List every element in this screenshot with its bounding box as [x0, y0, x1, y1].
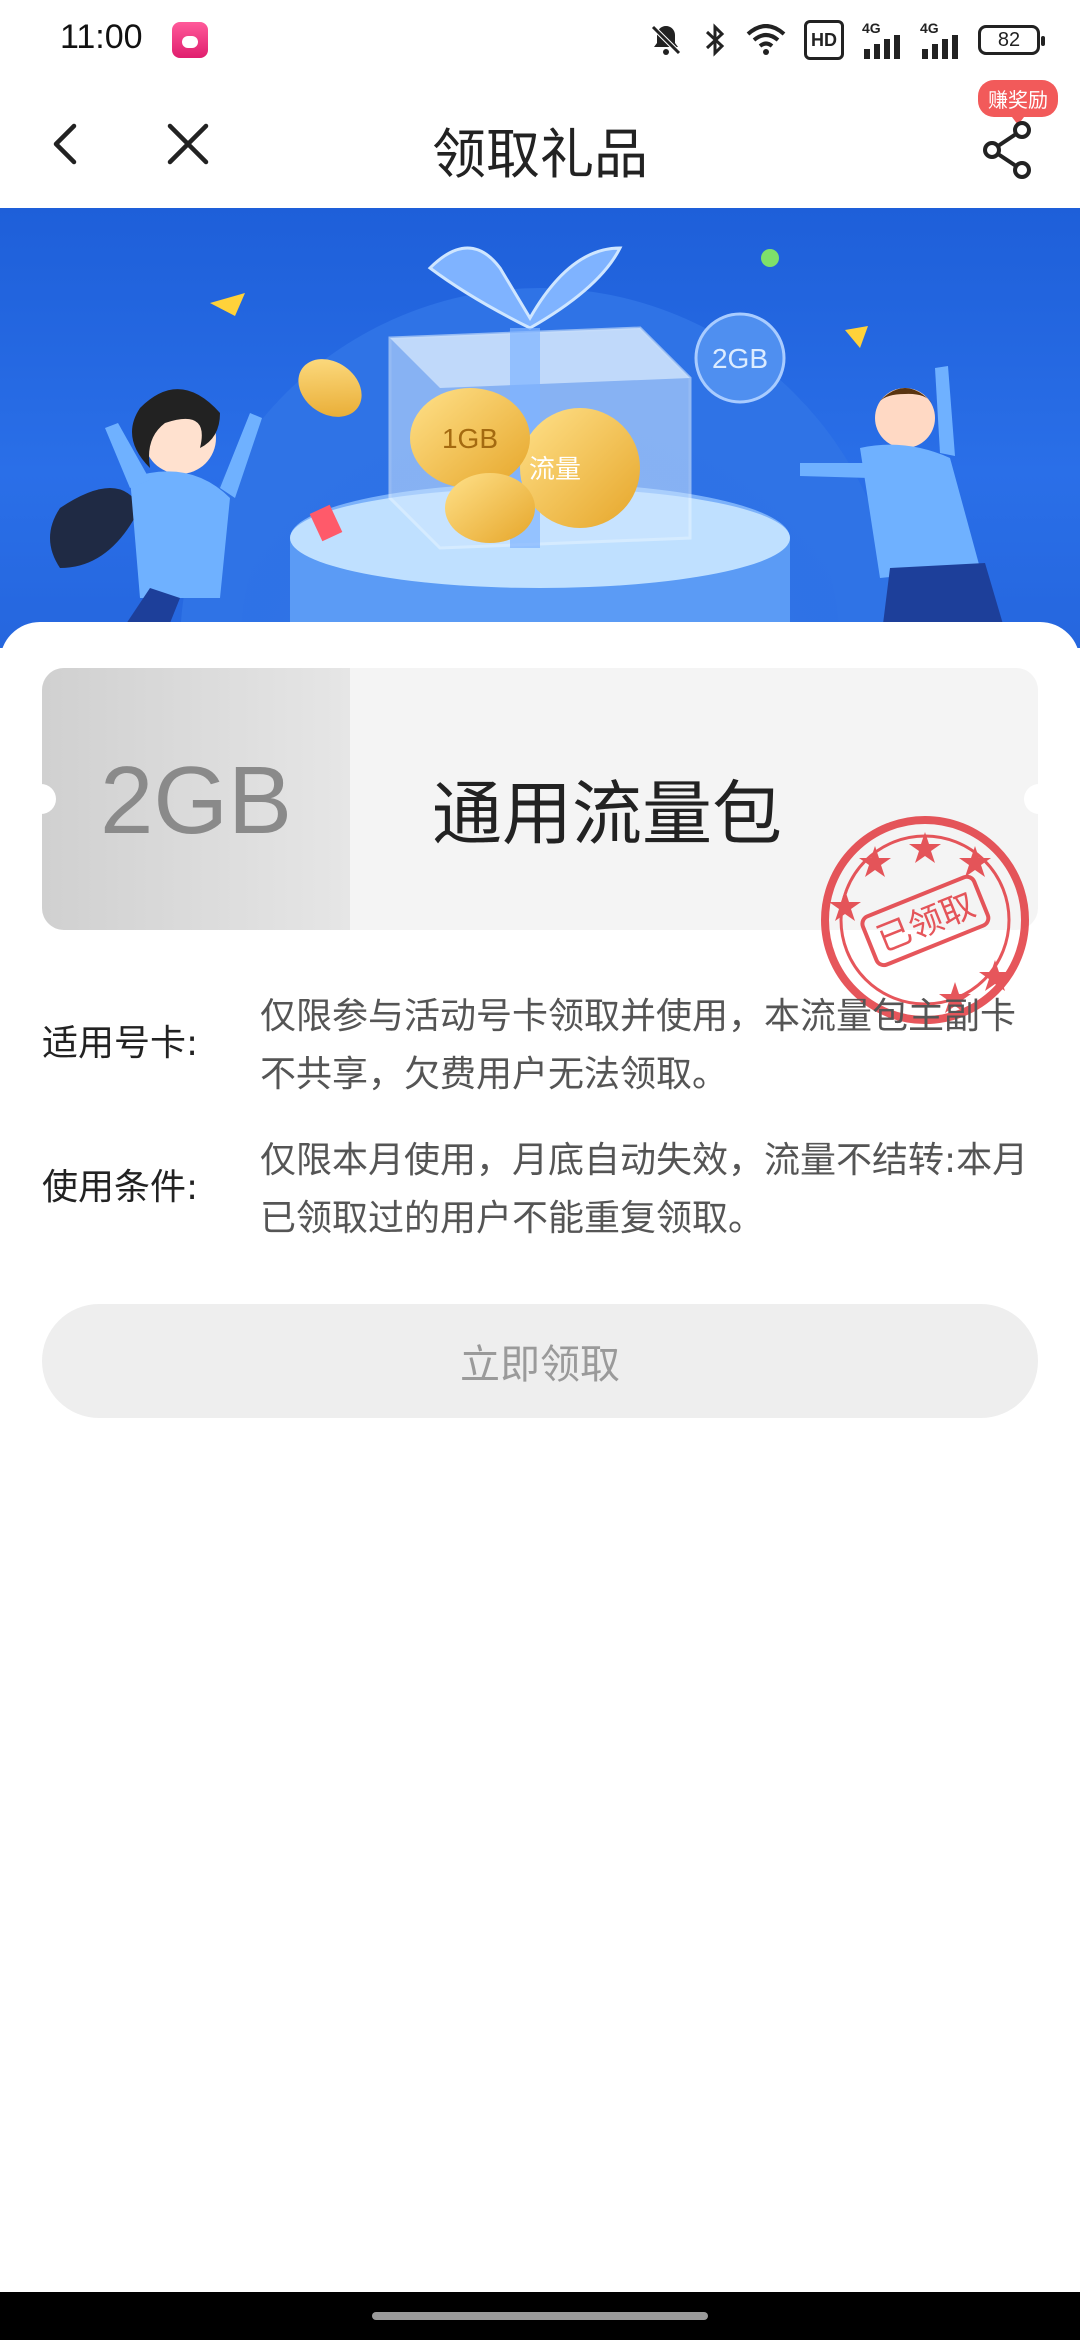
claim-button[interactable]: 立即领取 [42, 1304, 1038, 1418]
coupon-amount: 2GB [99, 747, 293, 854]
share-button[interactable] [972, 112, 1044, 184]
bubble-2gb-label: 2GB [712, 343, 768, 374]
page-title: 领取礼品 [432, 123, 648, 186]
info-text-card: 仅限参与活动号卡领取并使用，本流量包主副卡不共享，欠费用户无法领取。 [260, 996, 1017, 1095]
coin-flow-label: 流量 [529, 455, 581, 485]
content-panel: 2GB 通用流量包 已领取 适用号卡: 仅限参与活动号卡领取并使用，本流量包主副… [0, 622, 1080, 2292]
status-bar: 11:00 HD 4G 4G 82 [0, 0, 1080, 80]
coin-1gb-label: 1GB [442, 423, 498, 454]
status-icons: HD 4G 4G 82 [648, 20, 1045, 60]
info-text-conditions: 仅限本月使用，月底自动失效，流量不结转:本月已领取过的用户不能重复领取。 [260, 1140, 1029, 1239]
signal-icon-2: 4G [920, 20, 960, 60]
mute-icon [648, 20, 684, 60]
share-icon [983, 121, 1031, 179]
app-notification-icon [172, 22, 208, 58]
home-bar [0, 2292, 1080, 2340]
nav-bar: 领取礼品 赚奖励 [0, 80, 1080, 208]
wifi-icon [746, 20, 786, 60]
info-label-card: 适用号卡: [42, 1023, 199, 1064]
bluetooth-icon [702, 20, 728, 60]
promo-banner: 1GB 流量 2GB [0, 208, 1080, 648]
hd-icon: HD [804, 20, 844, 60]
signal-icon-1: 4G [862, 20, 902, 60]
info-label-conditions: 使用条件: [42, 1167, 199, 1208]
coupon-notch-left [26, 784, 56, 814]
gift-illustration: 1GB 流量 2GB [50, 246, 1010, 648]
home-indicator[interactable] [372, 2312, 708, 2320]
battery-icon: 82 [978, 25, 1045, 55]
coupon-name: 通用流量包 [432, 773, 782, 855]
status-time: 11:00 [60, 18, 143, 56]
